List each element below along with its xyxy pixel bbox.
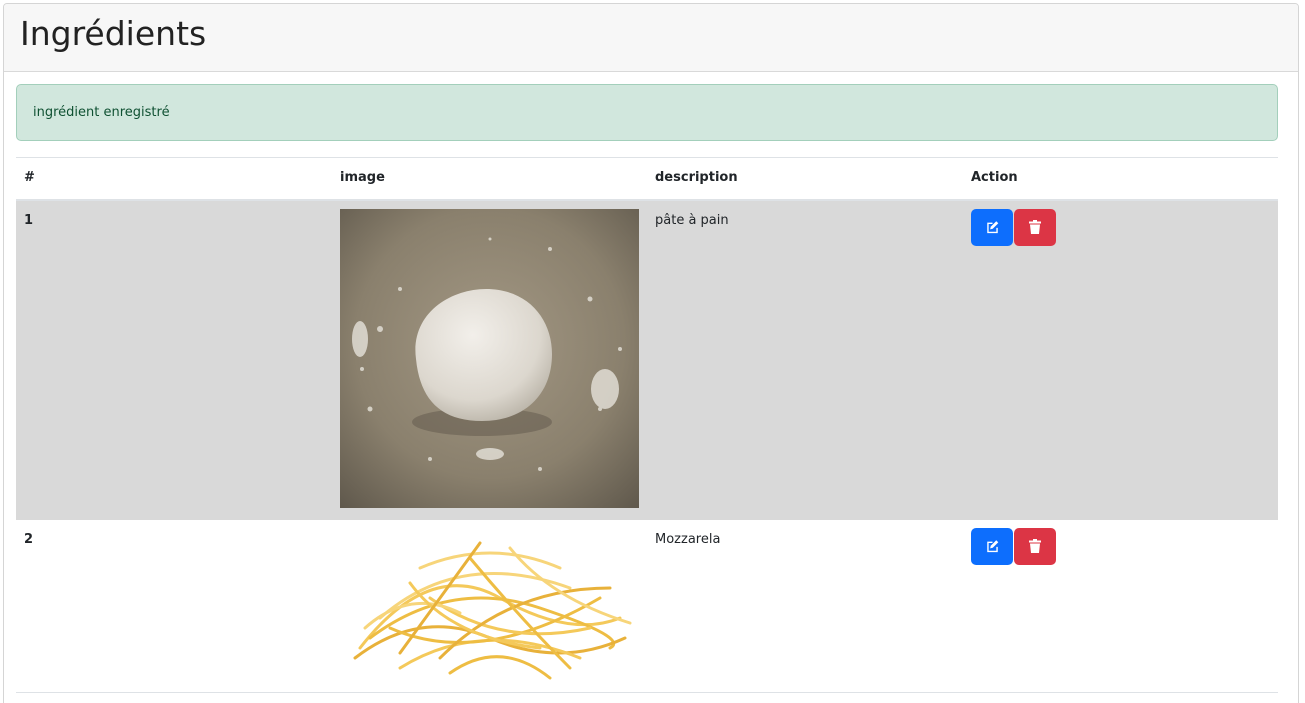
success-alert: ingrédient enregistré bbox=[16, 84, 1278, 141]
column-header-image: image bbox=[332, 157, 647, 201]
row-actions bbox=[963, 519, 1278, 693]
table-row: 2 Mozzarela bbox=[16, 519, 1278, 693]
edit-icon bbox=[985, 539, 1000, 553]
row-description: Mozzarela bbox=[647, 519, 963, 693]
row-actions bbox=[963, 200, 1278, 520]
edit-icon bbox=[985, 220, 1000, 234]
column-header-action: Action bbox=[963, 157, 1278, 201]
row-image-cell bbox=[332, 519, 647, 693]
alert-message: ingrédient enregistré bbox=[33, 105, 170, 120]
delete-button[interactable] bbox=[1014, 208, 1056, 246]
column-header-description: description bbox=[647, 157, 963, 201]
trash-icon bbox=[1029, 539, 1041, 553]
page-title: Ingrédients bbox=[20, 14, 207, 53]
trash-icon bbox=[1029, 220, 1041, 234]
edit-button[interactable] bbox=[971, 527, 1013, 565]
edit-button[interactable] bbox=[971, 208, 1013, 246]
row-description: pâte à pain bbox=[655, 212, 729, 228]
card-header: Ingrédients bbox=[4, 4, 1298, 72]
row-image-cell bbox=[332, 200, 647, 520]
table-header-row: # image description Action bbox=[16, 157, 1278, 201]
row-id: 2 bbox=[16, 519, 332, 693]
dough-image bbox=[340, 208, 639, 508]
table-row: 1 pâte à pain bbox=[16, 199, 1278, 520]
row-id: 1 bbox=[24, 212, 34, 228]
delete-button[interactable] bbox=[1014, 527, 1056, 565]
ingredients-table: # image description Action 1 pâte à pain… bbox=[16, 157, 1278, 693]
mozzarella-image bbox=[340, 527, 639, 680]
column-header-number: # bbox=[16, 157, 332, 201]
